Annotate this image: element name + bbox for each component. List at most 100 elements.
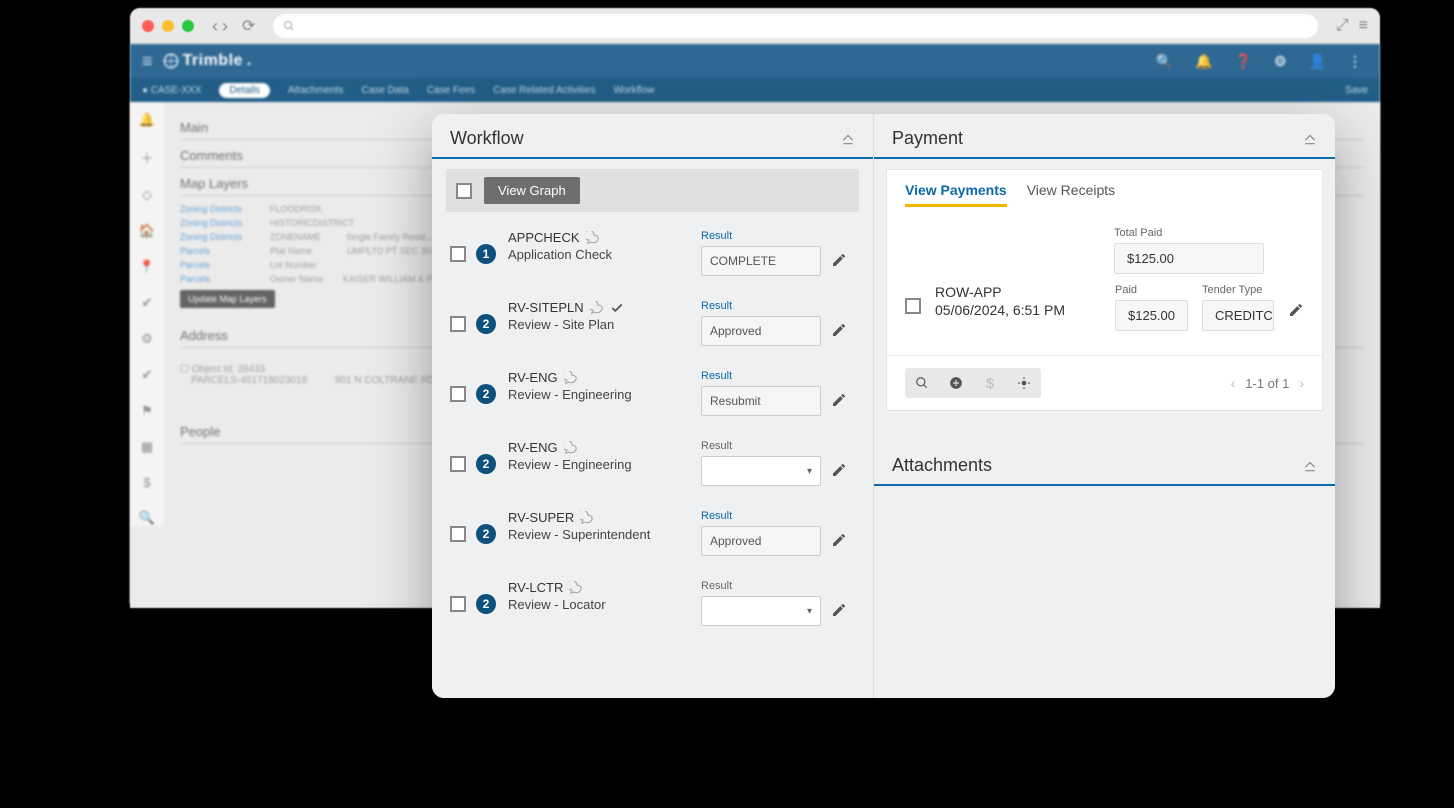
collapse-icon[interactable] [1303, 459, 1317, 473]
rail-icon[interactable]: ◇ [142, 187, 152, 203]
tab-view-receipts[interactable]: View Receipts [1027, 182, 1115, 207]
view-graph-button[interactable]: View Graph [484, 177, 580, 204]
rail-icon[interactable]: 🏠 [139, 223, 155, 239]
search-icon [283, 20, 295, 32]
result-value: Approved [710, 324, 761, 338]
paid-label: Paid [1115, 284, 1188, 296]
rail-icon[interactable]: ＋ [140, 148, 153, 167]
case-id: ● CASE-XXX [142, 85, 201, 96]
result-box[interactable]: Resubmit [701, 386, 821, 416]
search-icon[interactable] [905, 368, 939, 398]
result-label: Result [701, 300, 821, 312]
window-controls [142, 20, 194, 32]
result-box[interactable]: ▾ [701, 596, 821, 626]
workflow-code: RV-ENG [508, 370, 558, 385]
paid-value: $125.00 [1115, 300, 1188, 331]
comment-icon[interactable] [580, 511, 594, 525]
brand-logo: Trimble. [163, 52, 252, 70]
step-badge: 1 [476, 244, 496, 264]
tab-case-related[interactable]: Case Related Activities [493, 85, 595, 96]
workflow-desc: Review - Superintendent [508, 527, 691, 542]
workflow-checkbox[interactable] [450, 596, 466, 612]
workflow-checkbox[interactable] [450, 316, 466, 332]
workflow-checkbox[interactable] [450, 456, 466, 472]
app-header: ≡ Trimble. 🔍 🔔 ❓ ⚙ 👤 ⋮ [130, 44, 1380, 78]
payment-date: 05/06/2024, 6:51 PM [935, 302, 1101, 318]
total-paid-label: Total Paid [1114, 227, 1264, 239]
edit-icon[interactable] [831, 230, 855, 268]
url-bar[interactable] [273, 14, 1317, 38]
collapse-icon[interactable] [841, 132, 855, 146]
rail-icon[interactable]: 📍 [139, 259, 155, 275]
rail-icon[interactable]: 🔍 [139, 510, 155, 526]
workflow-checkbox[interactable] [450, 386, 466, 402]
comment-icon[interactable] [590, 301, 604, 315]
forward-icon[interactable]: › [222, 16, 228, 37]
gear-icon[interactable]: ⚙ [1274, 53, 1287, 70]
edit-icon[interactable] [831, 440, 855, 478]
result-box[interactable]: Approved [701, 526, 821, 556]
workflow-code: APPCHECK [508, 230, 580, 245]
help-icon[interactable]: ❓ [1235, 53, 1252, 70]
left-rail: 🔔 ＋ ◇ 🏠 📍 ✔ ⚙ ✔ ⚑ ▦ $ 🔍 [130, 102, 164, 526]
minimize-window-icon[interactable] [162, 20, 174, 32]
rail-icon[interactable]: $ [143, 475, 150, 490]
maximize-window-icon[interactable] [182, 20, 194, 32]
brand-text: Trimble [183, 52, 243, 70]
tab-details[interactable]: Details [219, 83, 270, 98]
comment-icon[interactable] [586, 231, 600, 245]
workflow-checkbox[interactable] [450, 246, 466, 262]
add-icon[interactable] [939, 368, 973, 398]
edit-icon[interactable] [831, 510, 855, 548]
reload-icon[interactable]: ⟳ [242, 16, 255, 36]
back-icon[interactable]: ‹ [212, 16, 218, 37]
edit-icon[interactable] [831, 300, 855, 338]
nav-arrows: ‹ › [212, 16, 228, 37]
payment-tabs: View Payments View Receipts [887, 170, 1322, 207]
attachments-header: Attachments [874, 441, 1335, 486]
rail-icon[interactable]: ⚙ [141, 331, 153, 347]
tab-attachments[interactable]: Attachments [288, 85, 344, 96]
comment-icon[interactable] [564, 371, 578, 385]
rail-icon[interactable]: 🔔 [139, 112, 155, 128]
user-icon[interactable]: 👤 [1309, 53, 1326, 70]
edit-icon[interactable] [1288, 284, 1304, 318]
tab-case-fees[interactable]: Case Fees [427, 85, 475, 96]
select-all-checkbox[interactable] [456, 183, 472, 199]
payment-panel: Payment View Payments View Receipts Tota… [874, 114, 1335, 411]
tab-workflow[interactable]: Workflow [613, 85, 654, 96]
close-window-icon[interactable] [142, 20, 154, 32]
bell-icon[interactable]: 🔔 [1195, 53, 1212, 70]
menu-icon[interactable]: ≡ [142, 51, 153, 72]
rail-icon[interactable]: ⚑ [141, 403, 153, 419]
collapse-icon[interactable] [1303, 132, 1317, 146]
workflow-checkbox[interactable] [450, 526, 466, 542]
tab-view-payments[interactable]: View Payments [905, 182, 1007, 207]
step-badge: 2 [476, 314, 496, 334]
result-box[interactable]: COMPLETE [701, 246, 821, 276]
browser-toolbar: ‹ › ⟳ ⤢ ≡ [130, 8, 1380, 44]
result-box[interactable]: ▾ [701, 456, 821, 486]
edit-icon[interactable] [831, 370, 855, 408]
rail-icon[interactable]: ✔ [142, 295, 153, 311]
payment-title: Payment [892, 128, 963, 149]
pager: ‹ 1-1 of 1 › [1231, 375, 1304, 391]
rail-icon[interactable]: ▦ [141, 439, 153, 455]
payment-checkbox[interactable] [905, 298, 921, 314]
comment-icon[interactable] [564, 441, 578, 455]
result-box[interactable]: Approved [701, 316, 821, 346]
more-icon[interactable]: ⋮ [1348, 53, 1362, 70]
search-icon[interactable]: 🔍 [1156, 53, 1173, 70]
next-page-icon[interactable]: › [1299, 375, 1304, 391]
edit-icon[interactable] [831, 580, 855, 618]
fullscreen-icon[interactable]: ⤢ [1336, 17, 1349, 35]
save-button[interactable]: Save [1345, 85, 1368, 96]
hamburger-icon[interactable]: ≡ [1359, 17, 1368, 35]
tender-value: CREDITCARD [1202, 300, 1274, 331]
comment-icon[interactable] [569, 581, 583, 595]
prev-page-icon[interactable]: ‹ [1231, 375, 1236, 391]
update-map-layers-button[interactable]: Update Map Layers [180, 290, 275, 308]
settings-icon[interactable] [1007, 368, 1041, 398]
tab-case-data[interactable]: Case Data [362, 85, 409, 96]
rail-icon[interactable]: ✔ [142, 367, 153, 383]
